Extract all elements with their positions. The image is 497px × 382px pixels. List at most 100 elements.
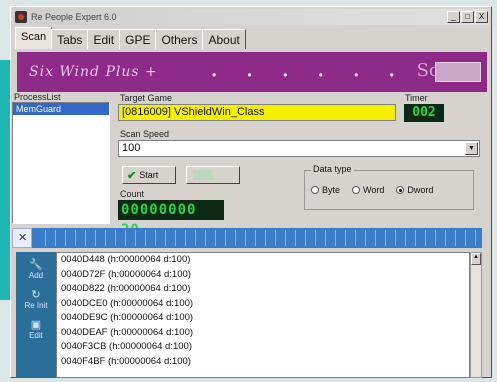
strip-segment xyxy=(406,230,416,246)
timer-label: Timer xyxy=(405,93,428,103)
list-item[interactable]: 0040DEAF (h:00000064 d:100) xyxy=(57,326,469,341)
tab-gpe[interactable]: GPE xyxy=(119,29,157,49)
tool-add[interactable]: 🔧 Add xyxy=(20,258,52,280)
list-item[interactable]: 0040DCE0 (h:00000064 d:100) xyxy=(57,297,469,312)
list-item[interactable]: MemGuard xyxy=(13,103,109,115)
separator-strip xyxy=(12,228,482,248)
strip-segment xyxy=(146,230,156,246)
strip-segment xyxy=(186,230,196,246)
strip-segment xyxy=(196,230,206,246)
strip-segment xyxy=(166,230,176,246)
strip-segment xyxy=(356,230,366,246)
tab-about[interactable]: About xyxy=(202,29,246,49)
tool-label: Edit xyxy=(29,331,43,340)
tab-bar: Scan Tabs Edit GPE Others About xyxy=(15,27,246,49)
strip-segment xyxy=(466,230,476,246)
process-list-label: ProcessList xyxy=(14,92,61,102)
banner: Six Wind Plus + • • • • • • Sc xyxy=(17,52,487,92)
tool-edit[interactable]: ▣ Edit xyxy=(20,318,52,340)
title-bar: Re People Expert 6.0 _ □ X xyxy=(13,9,489,25)
maximize-button[interactable]: □ xyxy=(461,11,474,23)
strip-segment xyxy=(456,230,466,246)
radio-button[interactable] xyxy=(352,186,361,194)
radio-word[interactable]: Word xyxy=(352,185,384,195)
tool-label: Add xyxy=(28,271,44,280)
process-listbox[interactable]: MemGuard xyxy=(12,102,110,224)
list-item[interactable]: 0040D448 (h:00000064 d:100) xyxy=(57,253,469,268)
timer-display: 002 xyxy=(404,104,444,122)
result-list[interactable]: 0040D448 (h:00000064 d:100) 0040D72F (h:… xyxy=(56,252,470,378)
radio-dword[interactable]: Dword xyxy=(396,185,433,195)
tool-panel: 🔧 Add ↻ Re Init ▣ Edit xyxy=(16,252,56,378)
list-item[interactable]: 0040DE9C (h:00000064 d:100) xyxy=(57,311,469,326)
strip-segment xyxy=(306,230,316,246)
strip-segment xyxy=(96,230,106,246)
stop-icon xyxy=(193,170,213,180)
strip-segment xyxy=(336,230,346,246)
strip-segment xyxy=(116,230,126,246)
minimize-button[interactable]: _ xyxy=(447,11,460,23)
speed-label: Scan Speed xyxy=(120,129,170,139)
count-label: Count xyxy=(120,189,145,199)
vertical-scrollbar[interactable]: ▲ xyxy=(470,252,482,378)
strip-segment xyxy=(156,230,166,246)
strip-segment xyxy=(376,230,386,246)
start-button[interactable]: ✔ Start xyxy=(122,166,176,184)
strip-segment xyxy=(436,230,446,246)
list-item[interactable]: 0040D72F (h:00000064 d:100) xyxy=(57,268,469,283)
strip-segment xyxy=(216,230,226,246)
list-item[interactable]: 0040F3CB (h:00000064 d:100) xyxy=(57,340,469,355)
list-item[interactable]: 0040F4BF (h:00000064 d:100) xyxy=(57,355,469,370)
radio-label: Byte xyxy=(322,185,341,195)
window-title: Re People Expert 6.0 xyxy=(31,12,117,22)
strip-segment xyxy=(426,230,436,246)
strip-segment xyxy=(266,230,276,246)
refresh-icon: ↻ xyxy=(31,289,41,301)
data-type-group: Data type Byte Word Dword xyxy=(304,164,474,210)
strip-segment xyxy=(446,230,456,246)
tab-others[interactable]: Others xyxy=(155,29,204,49)
strip-segment xyxy=(386,230,396,246)
strip-segment xyxy=(36,230,46,246)
strip-segment xyxy=(346,230,356,246)
strip-segment xyxy=(106,230,116,246)
radio-byte[interactable]: Byte xyxy=(311,185,340,195)
strip-segment xyxy=(256,230,266,246)
strip-segment xyxy=(366,230,376,246)
close-button[interactable]: X xyxy=(475,11,488,23)
speed-select[interactable]: 100 ▼ xyxy=(118,140,480,157)
tab-tabs[interactable]: Tabs xyxy=(51,29,89,49)
banner-title: Six Wind Plus + xyxy=(29,64,158,80)
target-game-label: Target Game xyxy=(120,93,173,103)
strip-segment xyxy=(126,230,136,246)
radio-button-selected[interactable] xyxy=(396,186,405,194)
strip-segment xyxy=(326,230,336,246)
strip-segment xyxy=(416,230,426,246)
strip-segment xyxy=(206,230,216,246)
tool-reinit[interactable]: ↻ Re Init xyxy=(20,288,52,310)
stop-button[interactable] xyxy=(186,166,240,184)
target-game-field[interactable]: [0816009] VShieldWin_Class xyxy=(118,104,396,121)
strip-segment xyxy=(226,230,236,246)
close-icon[interactable] xyxy=(12,228,32,248)
disk-icon: ▣ xyxy=(30,319,42,331)
list-item[interactable]: 0040D822 (h:00000064 d:100) xyxy=(57,282,469,297)
wrench-icon: 🔧 xyxy=(29,259,43,271)
strip-segment xyxy=(396,230,406,246)
strip-segment xyxy=(236,230,246,246)
strip-segment xyxy=(86,230,96,246)
chevron-down-icon[interactable]: ▼ xyxy=(465,142,478,155)
scroll-up-icon[interactable]: ▲ xyxy=(471,253,481,265)
check-icon: ✔ xyxy=(127,169,137,182)
strip-segment xyxy=(176,230,186,246)
tab-scan[interactable]: Scan xyxy=(15,27,53,49)
banner-box xyxy=(435,62,481,82)
tab-edit[interactable]: Edit xyxy=(87,29,121,49)
count-display: 00000000 20 xyxy=(118,200,224,238)
radio-label: Word xyxy=(363,185,385,195)
strip-segment xyxy=(46,230,56,246)
strip-segment xyxy=(66,230,76,246)
start-label: Start xyxy=(139,170,159,180)
radio-button[interactable] xyxy=(311,186,319,194)
app-icon xyxy=(15,11,27,23)
